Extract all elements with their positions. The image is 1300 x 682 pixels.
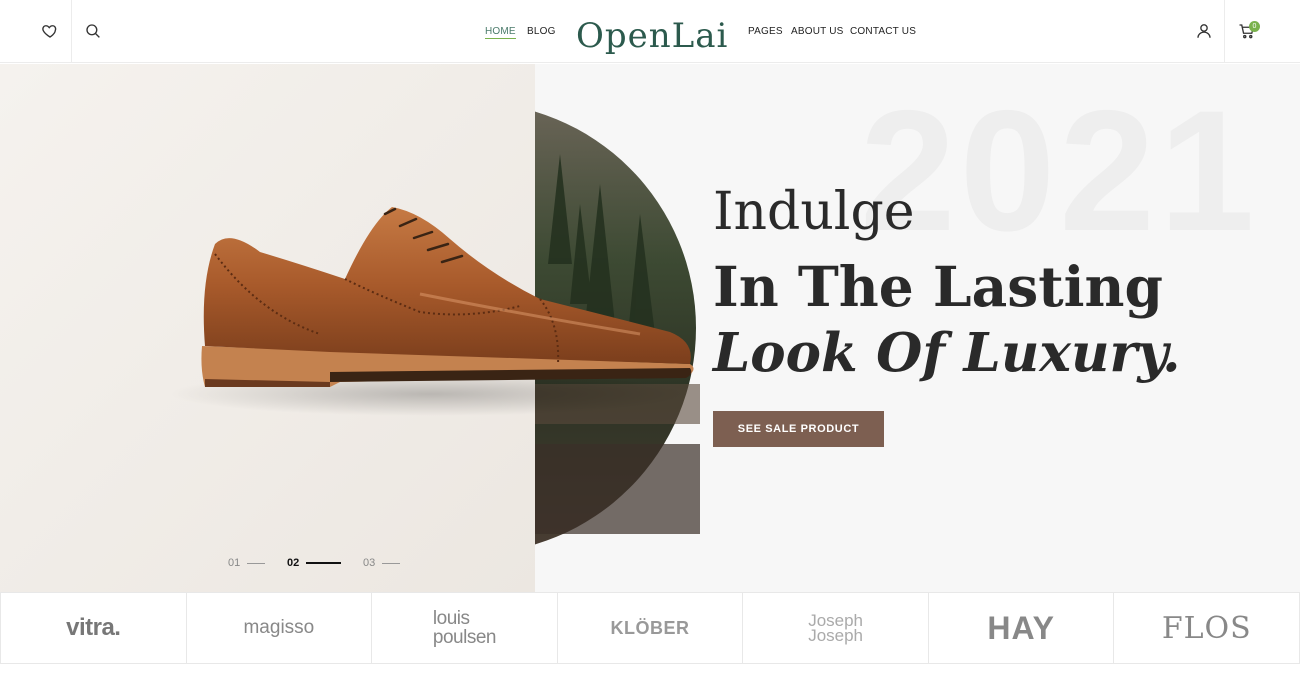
brand-hay-logo: HAY <box>987 609 1055 646</box>
cart-count-badge: 0 <box>1249 21 1260 32</box>
hero-slider: 2021 Indulge In The Lasting Look Of Luxu… <box>0 64 1300 592</box>
slide-indicator-label: 03 <box>363 557 376 569</box>
slide-indicator-line <box>306 562 342 564</box>
brand-logos-strip: vitra. magisso louis poulsen KLÖBER Jose… <box>0 592 1300 664</box>
nav-blog[interactable]: BLOG <box>527 26 556 37</box>
brand-louis-poulsen-logo: louis poulsen <box>432 608 497 648</box>
brand-logo-line: Joseph <box>808 626 864 645</box>
slide-indicator-line <box>247 562 266 564</box>
slide-indicator-label: 02 <box>287 557 300 569</box>
slide-indicator-02[interactable]: 02 <box>287 557 342 569</box>
hero-year-watermark: 2021 <box>860 75 1259 267</box>
brand-logo-line: poulsen <box>432 627 497 648</box>
brand-flos[interactable]: FLOS <box>1114 593 1300 663</box>
heart-icon[interactable] <box>41 22 59 40</box>
search-icon[interactable] <box>84 22 102 40</box>
brand-logo-line: louis <box>432 608 470 629</box>
nav-home-label: HOME <box>485 26 516 37</box>
site-header: HOME BLOG OpenLai PAGES ABOUT US CONTACT… <box>0 0 1300 63</box>
header-divider <box>71 0 72 63</box>
user-icon[interactable] <box>1195 22 1213 40</box>
brand-hay[interactable]: HAY <box>929 593 1115 663</box>
brand-magisso[interactable]: magisso <box>187 593 373 663</box>
slide-indicator-label: 01 <box>228 557 241 569</box>
nav-home[interactable]: HOME <box>485 26 516 39</box>
brand-flos-logo: FLOS <box>1161 610 1252 646</box>
brand-joseph-joseph[interactable]: Joseph Joseph <box>743 593 929 663</box>
hero-headline-line-1: Indulge <box>713 182 915 242</box>
slide-indicator-line <box>382 562 401 564</box>
brand-vitra[interactable]: vitra. <box>0 593 187 663</box>
nav-about-us[interactable]: ABOUT US <box>791 26 844 37</box>
brand-louis-poulsen[interactable]: louis poulsen <box>372 593 558 663</box>
brand-klober[interactable]: KLÖBER <box>558 593 744 663</box>
brand-magisso-logo: magisso <box>243 617 315 638</box>
nav-contact-us[interactable]: CONTACT US <box>850 26 916 37</box>
logo-text: OpenLai <box>576 16 729 56</box>
slide-indicator-03[interactable]: 03 <box>363 557 401 569</box>
brand-joseph-joseph-logo: Joseph Joseph <box>808 612 864 645</box>
nav-pages[interactable]: PAGES <box>748 26 783 37</box>
nav-active-indicator <box>485 38 516 39</box>
hero-product-image <box>170 111 700 545</box>
site-logo[interactable]: OpenLai <box>570 2 730 60</box>
hero-headline-line-3: Look Of Luxury. <box>713 322 1181 384</box>
slide-indicator-01[interactable]: 01 <box>228 557 266 569</box>
hero-headline-line-2: In The Lasting <box>713 254 1163 319</box>
brand-klober-logo: KLÖBER <box>610 617 690 638</box>
header-divider <box>1224 0 1225 63</box>
brand-vitra-logo: vitra. <box>66 614 121 641</box>
see-sale-product-button[interactable]: SEE SALE PRODUCT <box>713 411 884 447</box>
